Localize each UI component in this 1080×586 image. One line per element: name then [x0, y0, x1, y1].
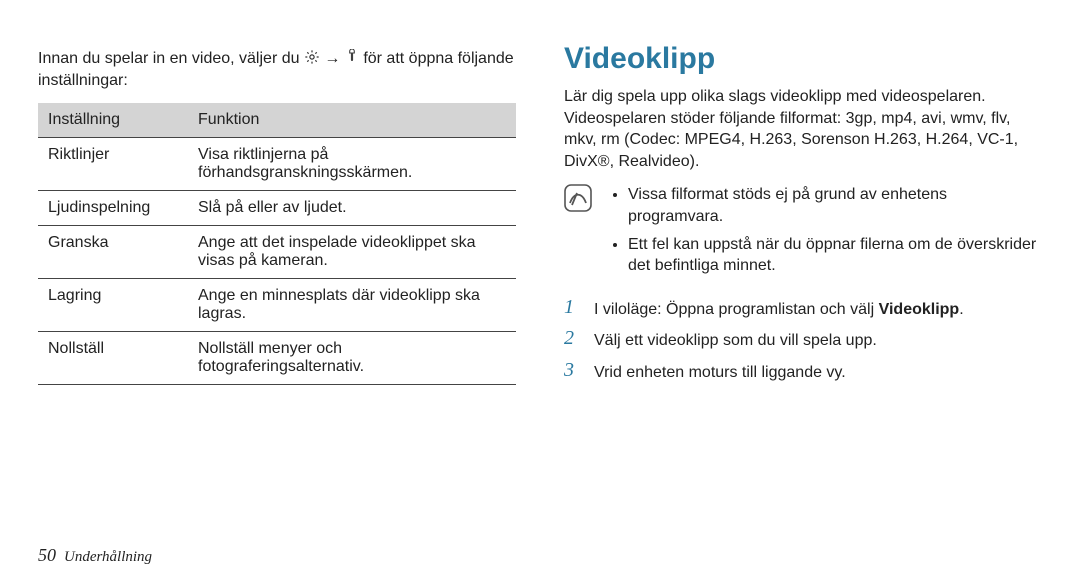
section-intro: Lär dig spela upp olika slags videoklipp… — [564, 86, 1042, 172]
step-text: Välj ett videoklipp som du vill spela up… — [594, 330, 877, 352]
intro-arrow: → — [324, 50, 340, 67]
left-column: Innan du spelar in en video, väljer du →… — [38, 48, 516, 394]
step-item: 1 I viloläge: Öppna programlistan och vä… — [564, 299, 1042, 321]
step-item: 2 Välj ett videoklipp som du vill spela … — [564, 330, 1042, 352]
step-item: 3 Vrid enheten moturs till liggande vy. — [564, 362, 1042, 384]
table-header-row: Inställning Funktion — [38, 103, 516, 138]
step-number: 3 — [564, 360, 582, 380]
intro-prefix: Innan du spelar in en video, väljer du — [38, 50, 304, 67]
step-suffix: . — [959, 301, 963, 318]
step-prefix: I viloläge: Öppna programlistan och välj — [594, 301, 879, 318]
step-text: Vrid enheten moturs till liggande vy. — [594, 362, 846, 384]
cell-function: Nollställ menyer och fotograferingsalter… — [188, 332, 516, 385]
cell-function: Ange att det inspelade videoklippet ska … — [188, 226, 516, 279]
th-setting: Inställning — [38, 103, 188, 138]
table-row: Lagring Ange en minnesplats där videokli… — [38, 279, 516, 332]
cell-function: Ange en minnesplats där videoklipp ska l… — [188, 279, 516, 332]
step-number: 1 — [564, 297, 582, 317]
note-list: Vissa filformat stöds ej på grund av enh… — [606, 184, 1042, 282]
columns: Innan du spelar in en video, väljer du →… — [38, 48, 1042, 394]
cell-function: Visa riktlinjerna på förhandsgransknings… — [188, 138, 516, 191]
cell-setting: Riktlinjer — [38, 138, 188, 191]
table-row: Granska Ange att det inspelade videoklip… — [38, 226, 516, 279]
table-row: Nollställ Nollställ menyer och fotografe… — [38, 332, 516, 385]
cell-setting: Ljudinspelning — [38, 191, 188, 226]
cell-function: Slå på eller av ljudet. — [188, 191, 516, 226]
step-prefix: Välj ett videoklipp som du vill spela up… — [594, 332, 877, 349]
section-name: Underhållning — [64, 549, 152, 566]
page: Innan du spelar in en video, väljer du →… — [0, 0, 1080, 586]
step-prefix: Vrid enheten moturs till liggande vy. — [594, 364, 846, 381]
page-number: 50 — [38, 545, 56, 566]
table-row: Riktlinjer Visa riktlinjerna på förhands… — [38, 138, 516, 191]
page-footer: 50 Underhållning — [38, 545, 152, 566]
intro-paragraph: Innan du spelar in en video, väljer du →… — [38, 48, 516, 91]
steps-list: 1 I viloläge: Öppna programlistan och vä… — [564, 299, 1042, 384]
note-block: Vissa filformat stöds ej på grund av enh… — [564, 184, 1042, 282]
settings-table: Inställning Funktion Riktlinjer Visa rik… — [38, 103, 516, 385]
cell-setting: Lagring — [38, 279, 188, 332]
table-row: Ljudinspelning Slå på eller av ljudet. — [38, 191, 516, 226]
right-column: Videoklipp Lär dig spela upp olika slags… — [564, 48, 1042, 394]
cell-setting: Nollställ — [38, 332, 188, 385]
step-bold: Videoklipp — [879, 301, 960, 318]
note-item: Ett fel kan uppstå när du öppnar filerna… — [628, 234, 1042, 277]
step-text: I viloläge: Öppna programlistan och välj… — [594, 299, 964, 321]
tool-icon — [345, 49, 359, 65]
cell-setting: Granska — [38, 226, 188, 279]
note-icon — [564, 184, 592, 212]
note-item: Vissa filformat stöds ej på grund av enh… — [628, 184, 1042, 227]
gear-icon — [304, 49, 320, 65]
th-function: Funktion — [188, 103, 516, 138]
section-heading: Videoklipp — [564, 42, 1042, 76]
step-number: 2 — [564, 328, 582, 348]
